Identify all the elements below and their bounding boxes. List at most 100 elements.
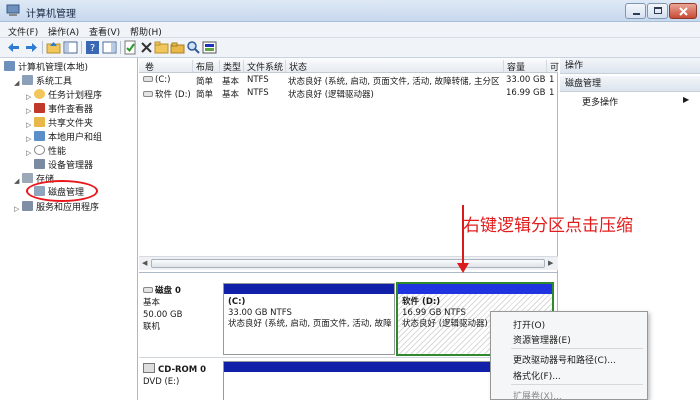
device-manager-icon [34,159,45,169]
services-icon [22,201,33,211]
actions-section-disk-management[interactable]: 磁盘管理 [560,76,700,92]
console-tree-icon [63,41,78,54]
window-title: 计算机管理 [26,9,76,20]
up-folder-icon [46,42,61,54]
table-row[interactable]: 软件 (D:) 简单 基本 NTFS 状态良好 (逻辑驱动器) 16.99 GB… [139,87,558,100]
console-tree: 计算机管理(本地) ◢ 系统工具 ▷ 任务计划程序 ▷ 事件查看器 ▷ 共享文件… [0,58,138,400]
maximize-button[interactable] [647,3,668,19]
clock-icon [34,89,45,99]
disk-view-button[interactable] [202,40,217,55]
computer-management-icon [6,4,20,16]
expand-arrow-icon[interactable]: ▷ [26,121,31,129]
maximize-icon [654,7,662,14]
check-button[interactable] [123,40,138,55]
back-arrow-icon [8,43,19,52]
computer-icon [4,61,15,71]
forward-arrow-icon [26,43,37,52]
tree-item-shared-folders[interactable]: 共享文件夹 [34,117,93,131]
expand-arrow-icon[interactable]: ▷ [26,107,31,115]
logical-partition-bar [398,284,552,294]
delete-x-icon [141,42,152,53]
cdrom-0-info[interactable]: CD-ROM 0 DVD (E:) [143,363,223,388]
expand-arrow-icon[interactable]: ▷ [26,93,31,101]
properties-button[interactable] [102,40,117,55]
event-viewer-icon [34,103,45,113]
context-menu-open[interactable]: 打开(O) [513,318,545,331]
tree-item-task-scheduler[interactable]: 任务计划程序 [34,89,102,103]
annotation-text: 右键逻辑分区点击压缩 [463,216,633,236]
scroll-thumb[interactable] [151,259,545,268]
delete-button[interactable] [139,40,154,55]
folder-icon [170,42,185,54]
column-status[interactable]: 状态 [285,60,307,73]
tree-item-event-viewer[interactable]: 事件查看器 [34,103,93,117]
scroll-right-icon[interactable]: ▶ [548,259,553,267]
menu-action[interactable]: 操作(A) [48,25,79,38]
context-menu-format[interactable]: 格式化(F)... [513,369,561,382]
help-icon: ? [86,41,99,54]
tree-item-system-tools[interactable]: 系统工具 [22,75,72,89]
menu-bar: 文件(F) 操作(A) 查看(V) 帮助(H) [0,22,700,38]
tree-item-services[interactable]: 服务和应用程序 [22,201,99,215]
users-icon [34,131,45,141]
expand-arrow-icon[interactable]: ▷ [26,149,31,157]
partition-c[interactable]: (C:) 33.00 GB NTFS 状态良好 (系统, 启动, 页面文件, 活… [223,283,395,355]
title-bar[interactable]: 计算机管理 [0,0,700,22]
menu-view[interactable]: 查看(V) [89,25,120,38]
menu-help[interactable]: 帮助(H) [130,25,162,38]
collapse-arrow-icon[interactable]: ◢ [14,177,19,185]
column-volume[interactable]: 卷 [142,60,154,73]
volume-list-header: 卷 布局 类型 文件系统 状态 容量 可 [139,58,559,73]
show-tree-button[interactable] [63,40,78,55]
menu-file[interactable]: 文件(F) [8,25,38,38]
column-free[interactable]: 可 [546,60,559,73]
column-type[interactable]: 类型 [219,60,241,73]
tools-icon [22,75,33,85]
toolbar: ? [0,38,700,58]
horizontal-scrollbar[interactable]: ◀ ▶ [139,256,558,270]
context-menu-extend-volume[interactable]: 扩展卷(X)... [513,389,562,400]
drive-icon [143,76,153,82]
tree-item-local-users[interactable]: 本地用户和组 [34,131,102,145]
expand-arrow-icon[interactable]: ▷ [14,205,19,213]
disk-icon [143,287,153,293]
context-menu-change-drive-letter[interactable]: 更改驱动器号和路径(C)... [513,353,616,366]
drive-icon [143,91,153,97]
svg-text:?: ? [90,43,95,54]
close-icon [679,7,688,16]
back-button[interactable] [6,40,21,55]
tree-item-root[interactable]: 计算机管理(本地) [4,61,88,75]
context-menu: 打开(O) 资源管理器(E) 更改驱动器号和路径(C)... 格式化(F)...… [490,311,648,400]
cdrom-icon [143,363,155,373]
table-row[interactable]: (C:) 简单 基本 NTFS 状态良好 (系统, 启动, 页面文件, 活动, … [139,74,558,87]
column-capacity[interactable]: 容量 [503,60,525,73]
tree-item-performance[interactable]: 性能 [34,145,66,159]
disk-0-info[interactable]: 磁盘 0 基本 50.00 GB 联机 [143,285,223,333]
expand-arrow-icon[interactable]: ▷ [26,135,31,143]
tree-item-device-manager[interactable]: 设备管理器 [34,159,93,173]
magnifier-icon [187,41,200,54]
help-button[interactable]: ? [85,40,100,55]
scroll-left-icon[interactable]: ◀ [142,259,147,267]
forward-button[interactable] [24,40,39,55]
volume-list: 卷 布局 类型 文件系统 状态 容量 可 (C:) 简单 基本 NTFS 状态良… [139,58,559,272]
search-button[interactable] [186,40,201,55]
column-filesystem[interactable]: 文件系统 [243,60,283,73]
collapse-arrow-icon[interactable]: ◢ [14,79,19,87]
context-menu-explorer[interactable]: 资源管理器(E) [513,333,571,346]
up-folder-button[interactable] [46,40,61,55]
submenu-arrow-icon[interactable]: ▶ [683,95,689,104]
performance-icon [34,145,45,155]
show-hide-pane-icon [102,41,117,54]
check-icon [124,40,136,55]
column-layout[interactable]: 布局 [192,60,214,73]
open-folder-button[interactable] [154,40,169,55]
actions-header: 操作 [560,58,700,74]
close-button[interactable] [669,3,697,19]
more-actions-item[interactable]: 更多操作 [582,95,618,108]
storage-icon [22,173,33,183]
annotation-arrow-head [457,263,469,273]
minimize-icon [633,13,640,15]
folder-button[interactable] [170,40,185,55]
minimize-button[interactable] [625,3,646,19]
